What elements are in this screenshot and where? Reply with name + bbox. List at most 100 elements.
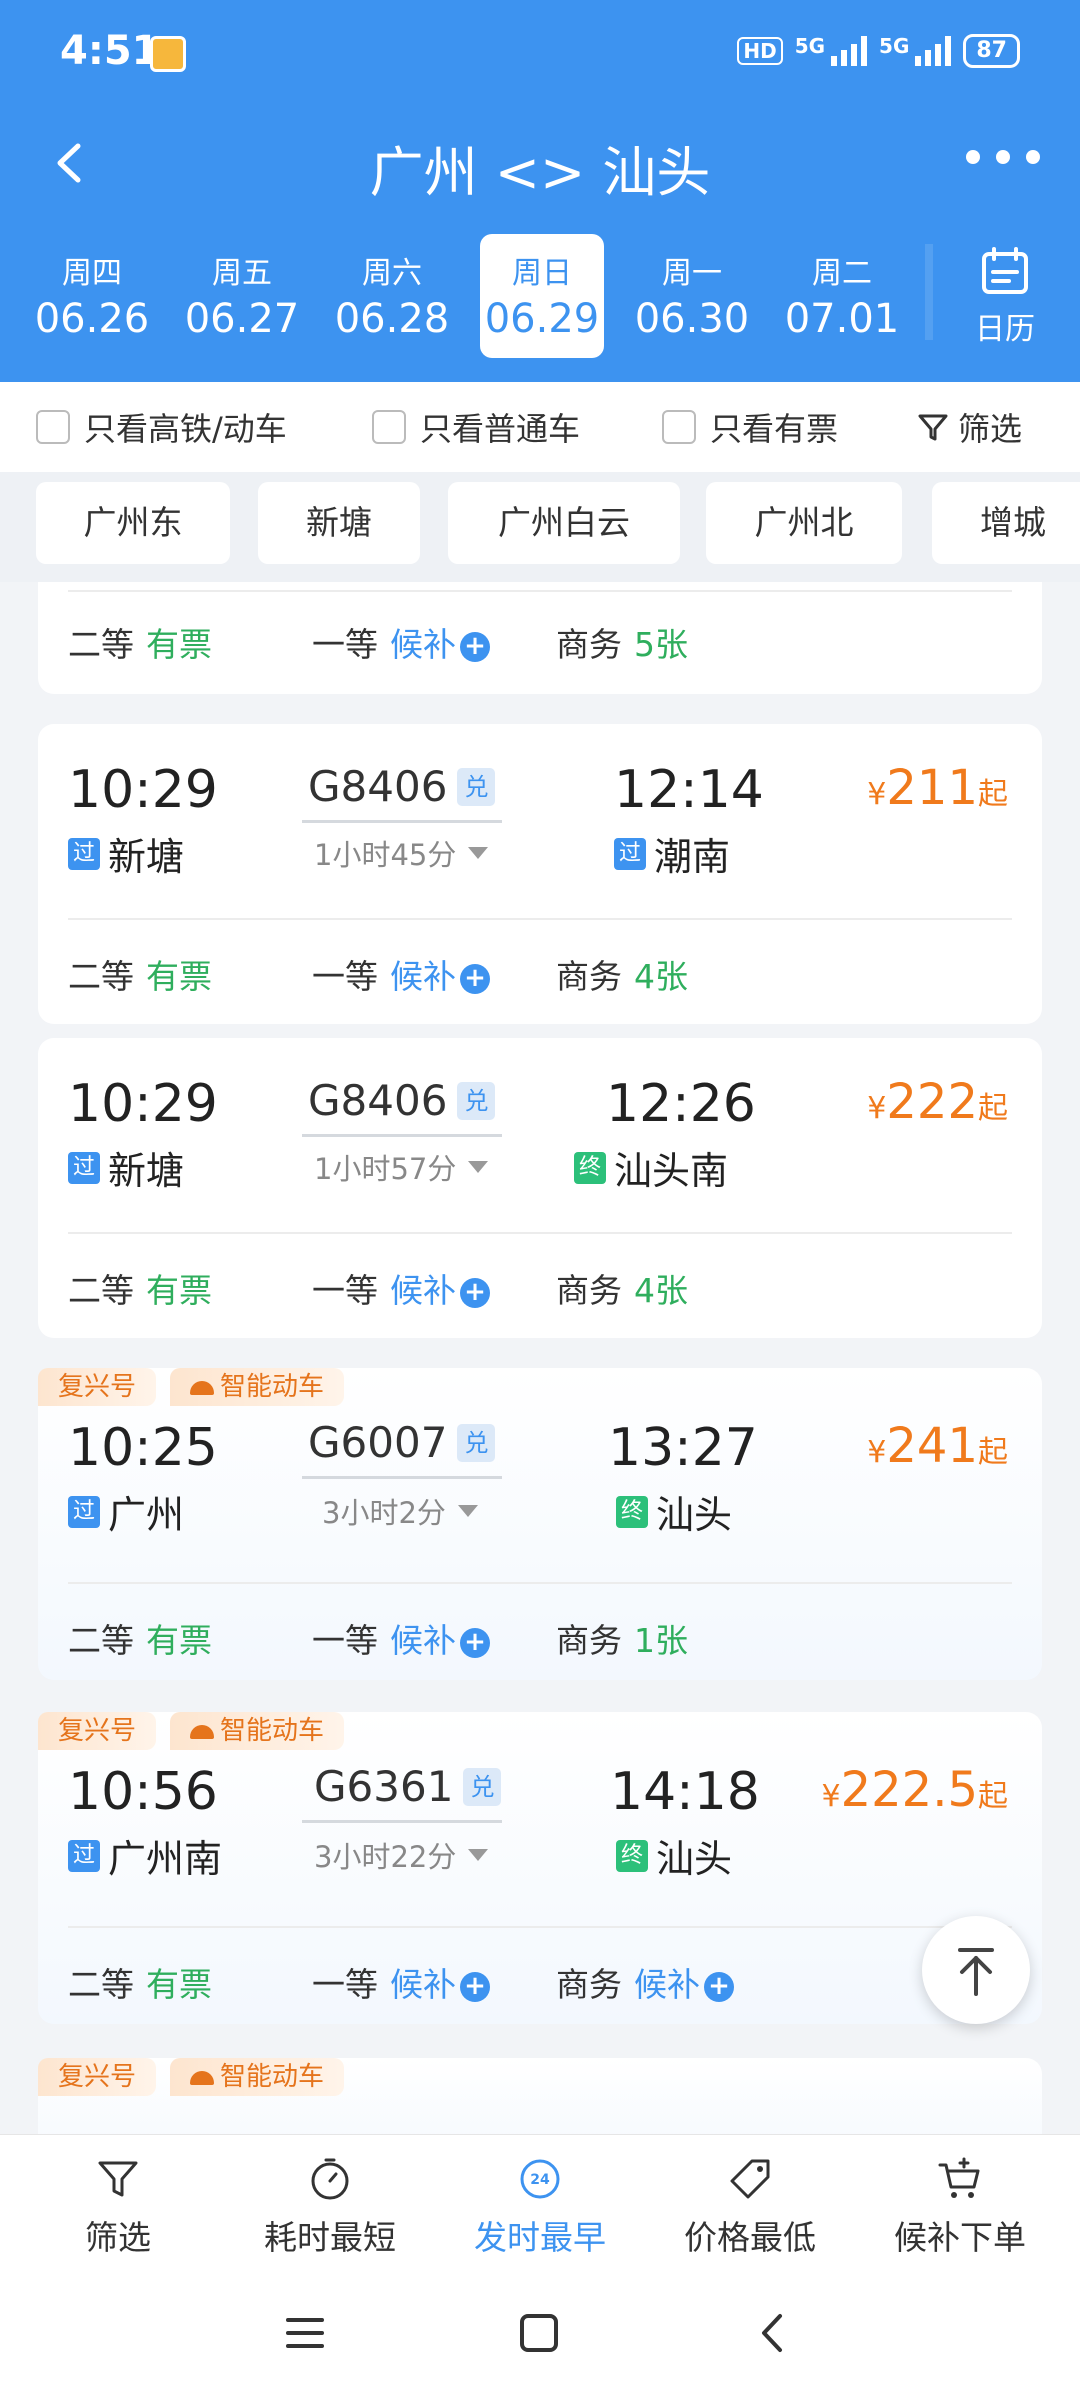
station-chip[interactable]: 广州北 bbox=[706, 482, 902, 564]
date-weekday: 周日 bbox=[512, 256, 572, 291]
seat-first-class[interactable]: 一等 候补 + bbox=[312, 618, 490, 666]
sort-earliest-departure-button[interactable]: 24 发时最早 bbox=[450, 2155, 630, 2259]
seat-first-class[interactable]: 一等 候补 + bbox=[312, 950, 490, 998]
signal-icon bbox=[831, 36, 868, 66]
signal-icon bbox=[915, 36, 952, 66]
duration[interactable]: 3小时2分 bbox=[322, 1490, 478, 1532]
redeem-badge: 兑 bbox=[457, 1081, 496, 1120]
date-weekday: 周二 bbox=[812, 256, 872, 291]
train-card[interactable]: 二等 有票 一等 候补 + 商务 5张 bbox=[38, 582, 1042, 694]
date-tab[interactable]: 周六 06.28 bbox=[330, 234, 454, 358]
arrival-station: 过潮南 bbox=[614, 826, 730, 881]
date-value: 06.26 bbox=[34, 296, 150, 342]
checkbox-icon bbox=[36, 410, 70, 444]
calendar-button[interactable]: 日历 bbox=[960, 246, 1050, 348]
seat-first-class[interactable]: 一等 候补 + bbox=[312, 1614, 490, 1662]
checkbox-icon bbox=[372, 410, 406, 444]
pass-tag: 过 bbox=[68, 1495, 100, 1528]
date-tab[interactable]: 周二 07.01 bbox=[780, 234, 904, 358]
route-line bbox=[302, 1476, 502, 1479]
date-tab[interactable]: 周一 06.30 bbox=[630, 234, 754, 358]
smart-emu-badge: 智能动车 bbox=[170, 1368, 345, 1406]
arrival-time: 13:27 bbox=[608, 1418, 758, 1478]
date-value: 06.27 bbox=[184, 296, 300, 342]
home-icon[interactable] bbox=[514, 2308, 564, 2358]
train-number: G6007 兑 bbox=[308, 1418, 496, 1467]
filter-button[interactable]: 筛选 bbox=[916, 404, 1022, 450]
train-card[interactable]: 10:29 过新塘 G8406 兑 1小时45分 12:14 过潮南 ¥211起 … bbox=[38, 724, 1042, 1024]
station-chip[interactable]: 新塘 bbox=[258, 482, 420, 564]
duration[interactable]: 3小时22分 bbox=[314, 1834, 489, 1876]
bottom-label: 价格最低 bbox=[684, 2218, 816, 2257]
smart-emu-badge: 智能动车 bbox=[170, 1712, 345, 1750]
back-icon[interactable] bbox=[748, 2308, 798, 2358]
duration[interactable]: 1小时57分 bbox=[314, 1146, 489, 1188]
back-to-top-button[interactable] bbox=[922, 1916, 1030, 2024]
date-value: 06.30 bbox=[634, 296, 750, 342]
train-number: G6361 兑 bbox=[314, 1762, 502, 1811]
system-navigation-bar bbox=[0, 2268, 1080, 2400]
station-chip[interactable]: 广州白云 bbox=[448, 482, 680, 564]
arrival-time: 12:26 bbox=[606, 1074, 756, 1134]
more-menu-icon[interactable] bbox=[966, 150, 1040, 164]
bottom-label: 筛选 bbox=[85, 2218, 151, 2257]
departure-station: 过新塘 bbox=[68, 1140, 184, 1195]
sort-shortest-duration-button[interactable]: 耗时最短 bbox=[240, 2155, 420, 2259]
train-card[interactable]: 10:56 过广州南 G6361 兑 3小时22分 14:18 终汕头 ¥222.… bbox=[38, 1712, 1042, 2024]
chevron-down-icon bbox=[468, 1849, 489, 1861]
date-selector: 周四 06.26 周五 06.27 周六 06.28 周日 06.29 周一 0… bbox=[0, 232, 1080, 362]
date-tab[interactable]: 周四 06.26 bbox=[30, 234, 154, 358]
date-weekday: 周一 bbox=[662, 256, 722, 291]
redeem-badge: 兑 bbox=[457, 1423, 496, 1462]
seat-business-class: 商务 5张 bbox=[556, 625, 688, 664]
date-tab[interactable]: 周五 06.27 bbox=[180, 234, 304, 358]
train-card[interactable]: 10:29 过新塘 G8406 兑 1小时57分 12:26 终汕头南 ¥222起… bbox=[38, 1038, 1042, 1338]
clock-24-icon: 24 bbox=[520, 2159, 560, 2199]
seat-second-class: 二等 有票 bbox=[68, 1965, 212, 2004]
normal-train-only-checkbox[interactable]: 只看普通车 bbox=[372, 404, 580, 450]
bottom-filter-button[interactable]: 筛选 bbox=[28, 2155, 208, 2259]
route-line bbox=[302, 820, 502, 823]
network-label-2: 5G bbox=[879, 34, 910, 58]
price: ¥222起 bbox=[867, 1074, 1008, 1130]
station-chip[interactable]: 广州东 bbox=[36, 482, 230, 564]
date-weekday: 周六 bbox=[362, 256, 422, 291]
pass-tag: 过 bbox=[68, 1839, 100, 1872]
waitlist-order-button[interactable]: 候补下单 bbox=[870, 2155, 1050, 2259]
train-badges: 复兴号 智能动车 bbox=[38, 1712, 345, 1750]
train-card[interactable]: 10:25 过广州 G6007 兑 3小时2分 13:27 终汕头 ¥241起 二… bbox=[38, 1368, 1042, 1680]
seat-first-class[interactable]: 一等 候补 + bbox=[312, 1958, 490, 2006]
date-weekday: 周四 bbox=[62, 256, 122, 291]
sort-lowest-price-button[interactable]: 价格最低 bbox=[660, 2155, 840, 2259]
duration[interactable]: 1小时45分 bbox=[314, 832, 489, 874]
high-speed-only-checkbox[interactable]: 只看高铁/动车 bbox=[36, 404, 287, 450]
chevron-down-icon bbox=[468, 847, 489, 859]
train-icon bbox=[190, 1724, 215, 1739]
date-weekday: 周五 bbox=[212, 256, 272, 291]
divider bbox=[68, 1582, 1012, 1584]
menu-icon[interactable] bbox=[280, 2308, 330, 2358]
seat-business-class: 商务 4张 bbox=[556, 957, 688, 996]
divider bbox=[68, 590, 1012, 592]
bottom-label: 候补下单 bbox=[894, 2218, 1026, 2257]
train-number: G8406 兑 bbox=[308, 762, 496, 811]
station-chip[interactable]: 增城 bbox=[932, 482, 1080, 564]
bottom-label: 发时最早 bbox=[474, 2218, 606, 2257]
filter-label: 筛选 bbox=[958, 410, 1023, 448]
seat-second-class: 二等 有票 bbox=[68, 1621, 212, 1660]
date-tab-selected[interactable]: 周日 06.29 bbox=[480, 234, 604, 358]
seat-second-class: 二等 有票 bbox=[68, 957, 212, 996]
page-title: 广州 <> 汕头 bbox=[369, 141, 711, 204]
departure-station: 过广州南 bbox=[68, 1828, 222, 1883]
available-only-checkbox[interactable]: 只看有票 bbox=[662, 404, 838, 450]
chevron-down-icon bbox=[457, 1505, 478, 1517]
status-indicators: HD 5G 5G 87 bbox=[737, 34, 1020, 68]
checkbox-label: 只看普通车 bbox=[420, 410, 581, 448]
seat-business-class[interactable]: 商务 候补 + bbox=[556, 1958, 734, 2006]
fuxing-badge: 复兴号 bbox=[38, 1712, 157, 1750]
seat-first-class[interactable]: 一等 候补 + bbox=[312, 1264, 490, 1312]
date-value: 07.01 bbox=[784, 296, 900, 342]
terminal-tag: 终 bbox=[616, 1495, 648, 1528]
plus-icon: + bbox=[460, 963, 490, 994]
terminal-tag: 终 bbox=[616, 1839, 648, 1872]
